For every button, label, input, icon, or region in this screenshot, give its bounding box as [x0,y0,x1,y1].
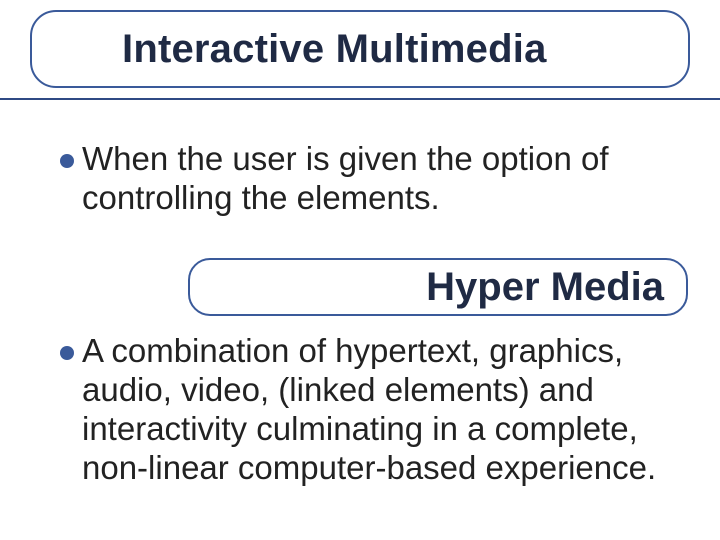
slide: Interactive Multimedia When the user is … [0,0,720,540]
horizontal-rule [0,98,720,100]
subheading: Hyper Media [426,265,664,310]
bullet-text: When the user is given the option of con… [82,140,684,218]
bullet-dot-icon [60,346,74,360]
slide-title: Interactive Multimedia [122,27,547,72]
bullet-text: A combination of hypertext, graphics, au… [82,332,690,488]
bullet-item: When the user is given the option of con… [60,140,684,218]
title-frame: Interactive Multimedia [30,10,690,88]
subheading-frame: Hyper Media [188,258,688,316]
body-section-1: When the user is given the option of con… [60,140,684,236]
bullet-dot-icon [60,154,74,168]
bullet-item: A combination of hypertext, graphics, au… [60,332,690,488]
body-section-2: A combination of hypertext, graphics, au… [60,332,690,506]
